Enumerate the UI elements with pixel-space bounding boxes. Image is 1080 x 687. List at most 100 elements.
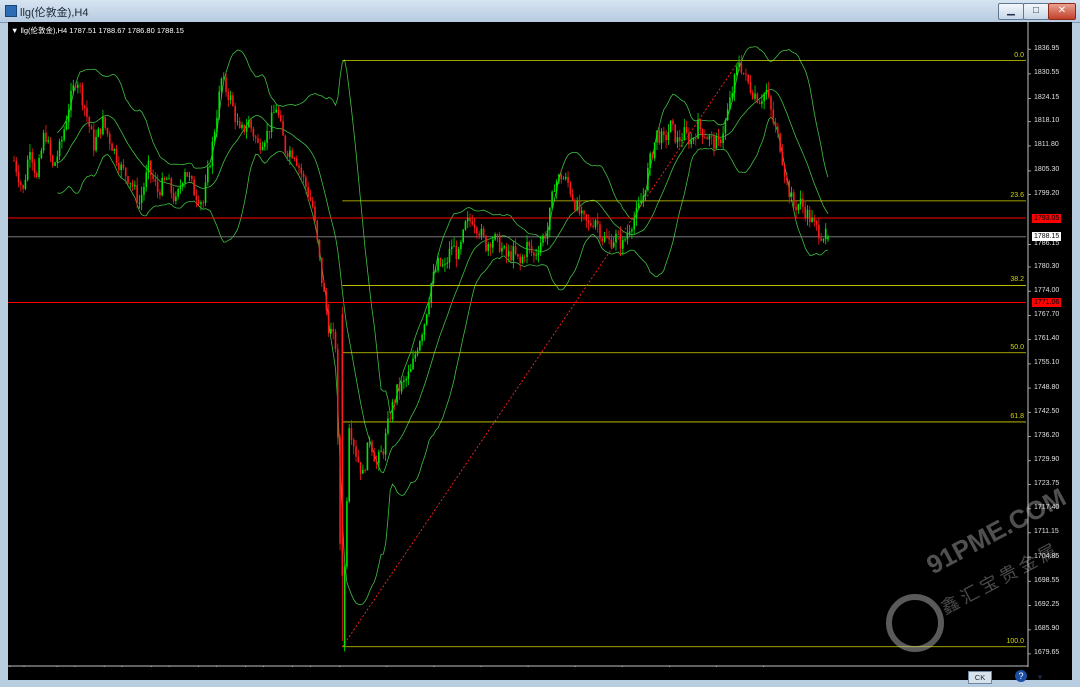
candle-body <box>729 97 731 110</box>
candle-body <box>806 209 809 218</box>
maximize-button[interactable]: □ <box>1023 3 1049 20</box>
candle-body <box>717 136 720 140</box>
candle-body <box>790 192 793 197</box>
help-icon[interactable]: ? <box>1015 670 1027 682</box>
candle-body <box>147 160 150 173</box>
candle-body <box>578 200 581 214</box>
candle-body <box>405 378 407 381</box>
candle-body <box>827 236 829 240</box>
candle-body <box>323 283 325 292</box>
candle-body <box>749 82 752 93</box>
candle-body <box>562 178 565 180</box>
candle-body <box>704 137 706 138</box>
candle-body <box>521 256 524 264</box>
candle-body <box>352 439 355 447</box>
candle-body <box>90 126 93 130</box>
y-tick-label: 1761.40 <box>1034 335 1060 343</box>
candle-body <box>238 121 241 129</box>
candle-body <box>197 199 200 205</box>
candle-body <box>432 271 435 284</box>
candle-body <box>384 433 387 455</box>
candle-body <box>425 314 428 325</box>
y-tick-label: 1767.70 <box>1034 310 1060 318</box>
y-tick-label: 1805.30 <box>1034 166 1060 174</box>
candle-body <box>804 206 806 218</box>
candle-body <box>619 234 622 249</box>
candle-body <box>462 229 464 242</box>
candle-body <box>159 192 161 196</box>
candle-body <box>209 165 211 168</box>
title-bar[interactable]: llg(伦敦金),H4 ▁ □ ✕ <box>0 0 1080 23</box>
candle-body <box>286 152 289 157</box>
candle-body <box>179 186 182 190</box>
candle-body <box>67 110 70 122</box>
candle-body <box>412 358 414 370</box>
candle-body <box>106 127 109 134</box>
candle-body <box>122 164 125 168</box>
candle-body <box>97 128 100 137</box>
candle-body <box>24 179 27 189</box>
fib-label: 0.0 <box>1014 51 1024 59</box>
y-tick-label: 1830.55 <box>1034 69 1060 77</box>
candle-body <box>514 246 517 254</box>
candle-body <box>583 210 585 215</box>
candle-body <box>318 239 321 258</box>
candle-body <box>786 176 788 182</box>
candle-body <box>688 132 690 145</box>
candle-body <box>373 452 376 462</box>
candle-body <box>181 183 184 187</box>
candle-body <box>77 84 79 88</box>
candle-body <box>822 239 825 241</box>
candle-body <box>49 140 52 156</box>
dropdown-icon[interactable]: ▼ <box>1036 673 1044 682</box>
ok-button[interactable]: CK <box>968 671 992 684</box>
symbol-header: ▼ llg(伦敦金),H4 1787.51 1788.67 1786.80 17… <box>11 26 184 35</box>
candle-body <box>549 207 551 231</box>
candle-body <box>348 428 350 502</box>
candle-body <box>289 150 291 157</box>
candle-body <box>407 371 410 379</box>
candle-body <box>569 182 572 195</box>
candle-body <box>530 246 533 253</box>
candle-body <box>446 262 449 264</box>
candle-body <box>124 167 127 177</box>
candle-body <box>594 220 597 227</box>
candle-body <box>590 223 592 226</box>
candle-body <box>58 141 61 157</box>
close-button[interactable]: ✕ <box>1048 3 1076 20</box>
candle-body <box>770 96 772 110</box>
candle-body <box>701 129 704 138</box>
candle-body <box>45 132 47 142</box>
candle-body <box>222 77 225 79</box>
candle-body <box>767 89 770 97</box>
candle-body <box>305 177 307 188</box>
candle-body <box>544 235 547 239</box>
candle-body <box>523 256 526 258</box>
candle-body <box>279 115 282 121</box>
candle-body <box>79 84 81 86</box>
candle-body <box>273 112 275 114</box>
candle-body <box>706 137 708 140</box>
candle-body <box>818 224 820 239</box>
candle-body <box>423 324 426 335</box>
chart-window-icon <box>5 5 17 17</box>
y-tick-label: 1836.95 <box>1034 44 1060 52</box>
price-chart[interactable]: ▼ llg(伦敦金),H4 1787.51 1788.67 1786.80 17… <box>8 22 1072 680</box>
candle-body <box>615 233 617 243</box>
candle-body <box>685 127 688 133</box>
fib-label: 38.2 <box>1010 276 1024 284</box>
candle-body <box>341 314 344 576</box>
candle-body <box>553 191 556 192</box>
candle-body <box>143 186 145 195</box>
candle-body <box>248 120 250 128</box>
candle-body <box>699 119 702 130</box>
candle-body <box>658 130 661 144</box>
candle-body <box>733 74 736 94</box>
candle-body <box>580 210 583 214</box>
candle-body <box>466 218 469 222</box>
minimize-button[interactable]: ▁ <box>998 3 1024 20</box>
candle-body <box>140 194 143 203</box>
candle-body <box>15 160 18 173</box>
y-tick-label: 1811.80 <box>1034 141 1059 149</box>
candle-body <box>227 91 230 101</box>
